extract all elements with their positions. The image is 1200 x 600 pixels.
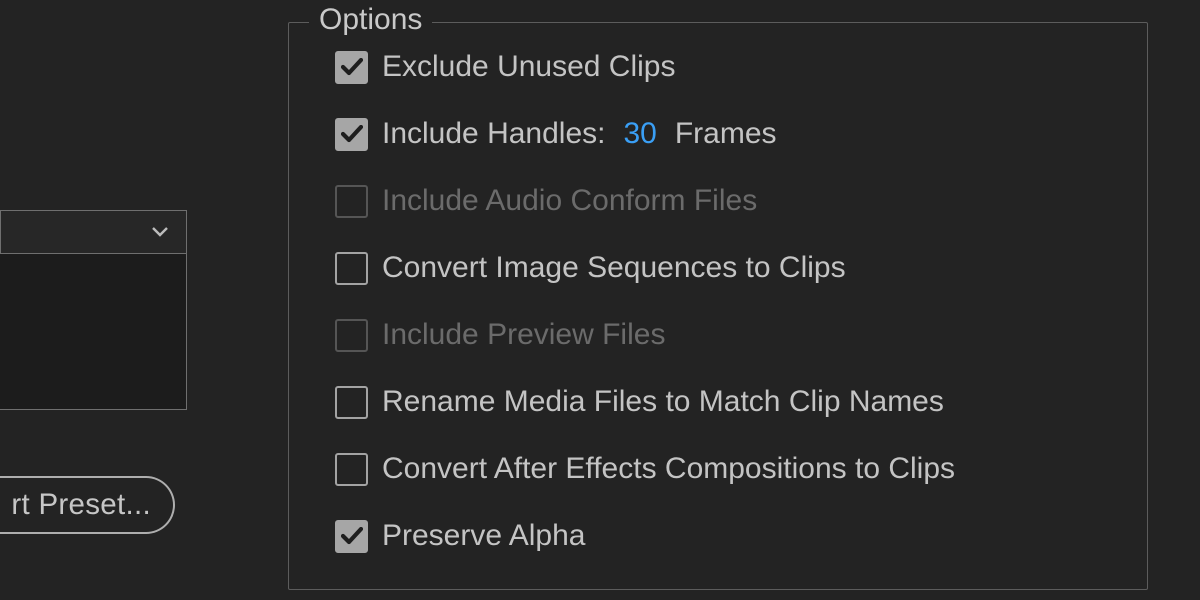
dropdown-partial[interactable] bbox=[0, 210, 187, 254]
option-convert-image-sequences: Convert Image Sequences to Clips bbox=[335, 250, 955, 286]
left-panel: rt Preset... bbox=[0, 0, 220, 600]
option-label: Exclude Unused Clips bbox=[382, 50, 675, 84]
option-label: Include Audio Conform Files bbox=[382, 184, 757, 218]
checkbox-convert-ae-compositions[interactable] bbox=[335, 453, 368, 486]
options-group: Options Exclude Unused Clips Include Han… bbox=[288, 22, 1148, 590]
checkmark-icon bbox=[341, 527, 363, 545]
option-include-preview-files: Include Preview Files bbox=[335, 317, 955, 353]
import-preset-button[interactable]: rt Preset... bbox=[0, 476, 175, 534]
checkbox-preserve-alpha[interactable] bbox=[335, 520, 368, 553]
option-convert-ae-compositions: Convert After Effects Compositions to Cl… bbox=[335, 451, 955, 487]
option-preserve-alpha: Preserve Alpha bbox=[335, 518, 955, 554]
checkbox-convert-image-sequences[interactable] bbox=[335, 252, 368, 285]
chevron-down-icon bbox=[152, 227, 168, 237]
handles-frames-input[interactable]: 30 bbox=[619, 117, 660, 151]
option-label: Convert After Effects Compositions to Cl… bbox=[382, 452, 955, 486]
option-rename-media-files: Rename Media Files to Match Clip Names bbox=[335, 384, 955, 420]
checkbox-include-preview-files bbox=[335, 319, 368, 352]
options-list: Exclude Unused Clips Include Handles: 30… bbox=[335, 49, 955, 554]
side-list-box bbox=[0, 254, 187, 410]
option-label: Include Handles: bbox=[382, 117, 605, 151]
option-include-audio-conform-files: Include Audio Conform Files bbox=[335, 183, 955, 219]
checkmark-icon bbox=[341, 125, 363, 143]
option-label: Include Preview Files bbox=[382, 318, 665, 352]
option-exclude-unused-clips: Exclude Unused Clips bbox=[335, 49, 955, 85]
checkbox-include-audio-conform-files bbox=[335, 185, 368, 218]
option-label: Preserve Alpha bbox=[382, 519, 585, 553]
option-label: Convert Image Sequences to Clips bbox=[382, 251, 846, 285]
options-legend: Options bbox=[309, 3, 432, 37]
checkmark-icon bbox=[341, 58, 363, 76]
checkbox-include-handles[interactable] bbox=[335, 118, 368, 151]
option-include-handles: Include Handles: 30 Frames bbox=[335, 116, 955, 152]
import-preset-label: rt Preset... bbox=[11, 488, 151, 522]
option-label: Rename Media Files to Match Clip Names bbox=[382, 385, 944, 419]
checkbox-exclude-unused-clips[interactable] bbox=[335, 51, 368, 84]
handles-suffix: Frames bbox=[675, 117, 777, 151]
checkbox-rename-media-files[interactable] bbox=[335, 386, 368, 419]
